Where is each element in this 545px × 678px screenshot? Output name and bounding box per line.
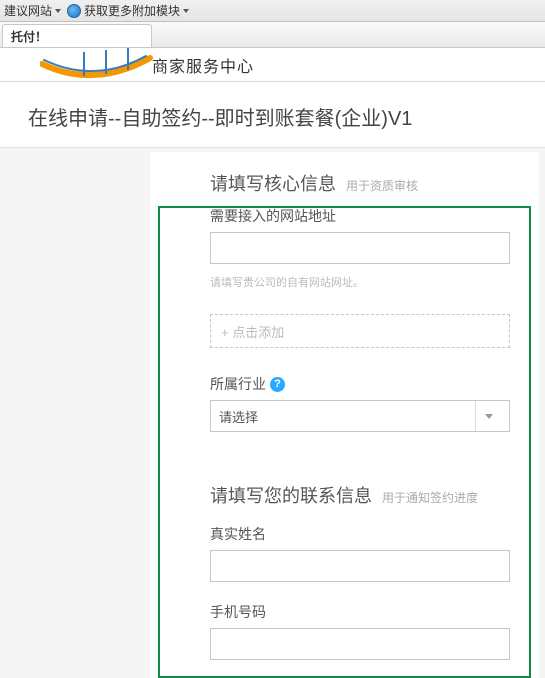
- industry-select[interactable]: 请选择: [210, 400, 510, 432]
- favorites-get-addons[interactable]: 获取更多附加模块: [67, 2, 189, 19]
- favorites-suggested-sites[interactable]: 建议网站: [4, 2, 61, 19]
- phone-label: 手机号码: [210, 602, 513, 622]
- chevron-down-icon: [485, 414, 493, 419]
- section-contact-title-text: 请填写您的联系信息: [210, 482, 372, 508]
- help-icon[interactable]: ?: [270, 377, 285, 392]
- chevron-down-icon: [55, 9, 61, 13]
- real-name-input[interactable]: [210, 550, 510, 582]
- real-name-label: 真实姓名: [210, 524, 513, 544]
- tab-title: 托付！: [11, 28, 47, 45]
- industry-label-text: 所属行业: [210, 374, 266, 394]
- section-contact-hint: 用于通知签约进度: [382, 489, 478, 506]
- contact-section: 请填写您的联系信息 用于通知签约进度 真实姓名 手机号码: [210, 482, 513, 660]
- favorites-addons-label: 获取更多附加模块: [84, 2, 180, 19]
- merchant-center-title: 商家服务中心: [152, 53, 254, 77]
- section-contact-title: 请填写您的联系信息 用于通知签约进度: [210, 482, 513, 518]
- industry-label: 所属行业 ?: [210, 374, 513, 394]
- page-title-area: 在线申请--自助签约--即时到账套餐(企业)V1: [0, 82, 545, 148]
- website-hint: 请填写贵公司的自有网站网址。: [210, 274, 513, 290]
- form-wrapper: 请填写核心信息 用于资质审核 需要接入的网站地址 请填写贵公司的自有网站网址。 …: [150, 152, 539, 678]
- add-website-label: + 点击添加: [221, 322, 284, 341]
- phone-input[interactable]: [210, 628, 510, 660]
- add-website-button[interactable]: + 点击添加: [210, 314, 510, 348]
- page-title: 在线申请--自助签约--即时到账套餐(企业)V1: [28, 102, 545, 131]
- favorites-label: 建议网站: [4, 2, 52, 19]
- website-label: 需要接入的网站地址: [210, 206, 513, 226]
- site-header: 商家服务中心: [0, 48, 545, 82]
- industry-selected-value: 请选择: [219, 407, 258, 426]
- site-logo[interactable]: [40, 50, 140, 80]
- highlighted-section: 需要接入的网站地址 请填写贵公司的自有网站网址。 + 点击添加 所属行业 ? 请…: [158, 206, 531, 678]
- ie-icon: [67, 4, 81, 18]
- chevron-down-icon: [183, 9, 189, 13]
- website-input[interactable]: [210, 232, 510, 264]
- browser-favorites-bar: 建议网站 获取更多附加模块: [0, 0, 545, 22]
- section-core-title: 请填写核心信息 用于资质审核: [150, 170, 539, 206]
- select-caret-box: [475, 401, 501, 431]
- section-core-hint: 用于资质审核: [346, 177, 418, 194]
- section-core-title-text: 请填写核心信息: [210, 170, 336, 196]
